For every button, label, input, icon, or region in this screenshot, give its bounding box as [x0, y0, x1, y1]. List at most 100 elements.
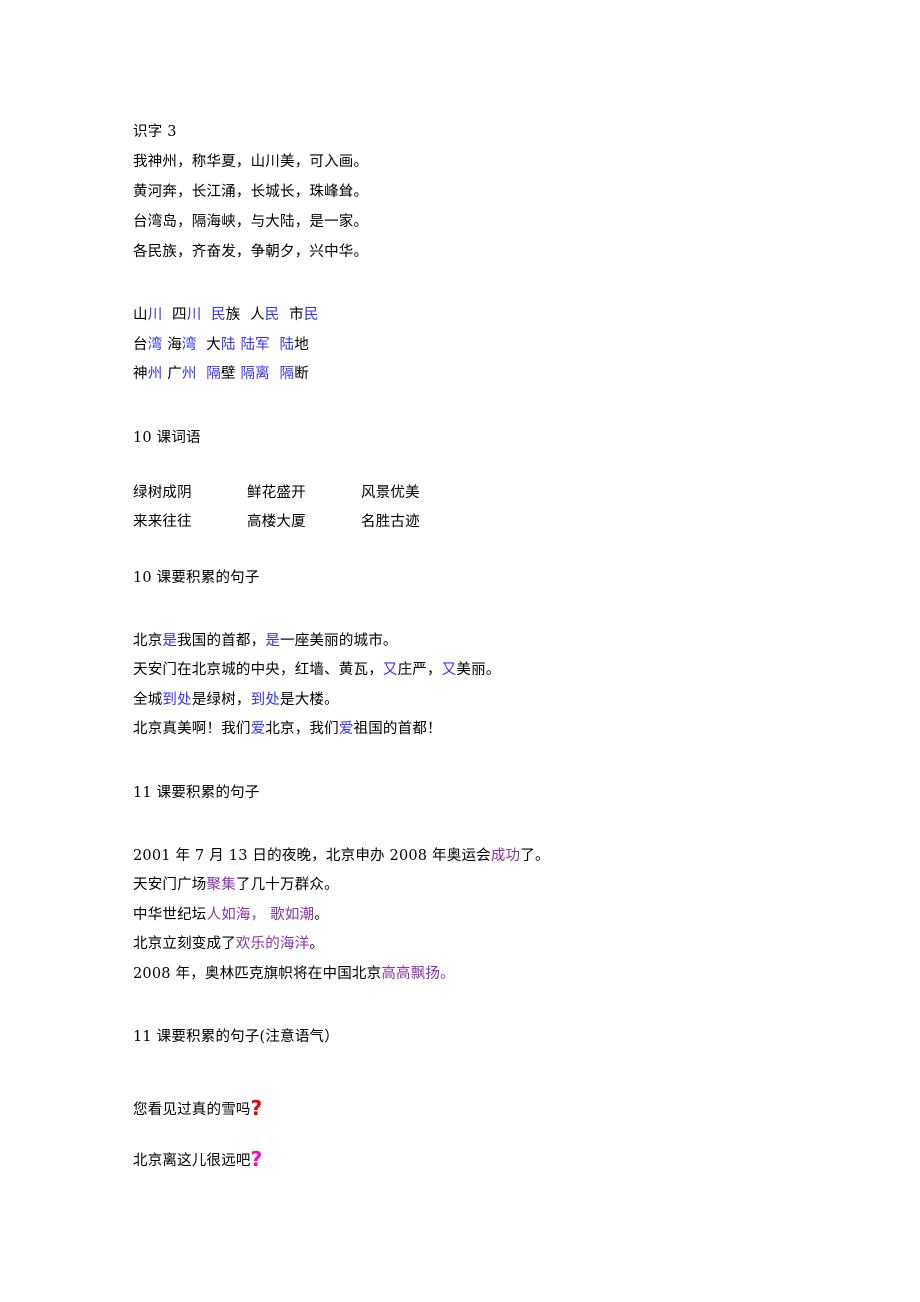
lesson10-sentence-block: 北京是我国的首都，是一座美丽的城市。 天安门在北京城的中央，红墙、黄瓦，又庄严，又… [133, 627, 793, 745]
word-item[interactable]: 市民 [289, 307, 318, 323]
word-item[interactable]: 民族 [211, 307, 240, 323]
word-item[interactable]: 隔离 [240, 366, 269, 382]
sentence-run: 欢乐的海洋 [235, 936, 310, 952]
sentence-run: 爱 [338, 721, 354, 737]
word-char: 川 [147, 307, 163, 323]
word-item[interactable]: 山川 [133, 307, 162, 323]
word-char: 海 [167, 336, 182, 353]
word-item[interactable]: 陆地 [280, 337, 309, 353]
lesson11-sentence: 天安门广场聚集了几十万群众。 [133, 871, 793, 901]
sentence-run: 是绿树， [191, 691, 251, 708]
phrase-item[interactable]: 绿树成阴 [133, 479, 247, 509]
tone-sentence-text: 您看见过真的雪吗 [133, 1102, 251, 1118]
sentence-run: 全城 [133, 691, 163, 708]
word-list-row: 台湾 海湾 大陆 陆军 陆地 [133, 331, 793, 361]
word-char: 陆 [279, 336, 295, 353]
sentence-run: 人如海， [206, 906, 266, 923]
lesson11-sentence: 2008 年，奥林匹克旗帜将在中国北京高高飘扬。 [133, 960, 793, 990]
section-heading-lesson11-tone: 11 课要积累的句子(注意语气） [133, 1029, 339, 1045]
word-char: 断 [294, 366, 309, 382]
tone-sentence: 北京离这儿很远吧? [133, 1145, 793, 1177]
word-char: 陆 [220, 336, 236, 353]
sentence-run: 我国的首都， [177, 632, 266, 649]
lesson11-sentence: 北京立刻变成了欢乐的海洋。 [133, 930, 793, 960]
sentence-run: 是 [265, 632, 281, 649]
lesson10-sentence: 北京真美啊！我们爱北京，我们爱祖国的首都！ [133, 715, 793, 745]
document-content: 识字 3 我神州，称华夏，山川美，可入画。 黄河奔，长江涌，长城长，珠峰耸。 台… [133, 118, 793, 1176]
sentence-run: 北京真美啊！我们 [133, 721, 251, 737]
tone-sentence-block: 您看见过真的雪吗? 北京离这儿很远吧? [133, 1094, 793, 1176]
poem-line: 黄河奔，长江涌，长城长，珠峰耸。 [133, 184, 369, 200]
word-char: 民 [211, 307, 226, 323]
word-char: 广 [167, 366, 182, 382]
word-item[interactable]: 陆军 [240, 337, 269, 353]
sentence-run: 庄严， [397, 662, 442, 678]
sentence-run: 天安门在北京城的中央，红墙、黄瓦， [133, 662, 383, 678]
lesson10-sentence: 北京是我国的首都，是一座美丽的城市。 [133, 627, 793, 657]
word-char: 州 [181, 366, 197, 382]
poem-block: 我神州，称华夏，山川美，可入画。 黄河奔，长江涌，长城长，珠峰耸。 台湾岛，隔海… [133, 147, 793, 267]
word-gap [197, 337, 207, 353]
question-mark: ? [250, 1146, 263, 1171]
sentence-run: 是大楼。 [280, 691, 339, 708]
word-item[interactable]: 台湾 [133, 337, 162, 353]
word-char: 市 [289, 307, 304, 323]
word-item[interactable]: 四川 [172, 307, 201, 323]
word-char: 族 [225, 307, 241, 323]
sentence-run: 。 [440, 965, 455, 982]
sentence-run: 成功 [490, 847, 521, 864]
word-char: 四 [172, 307, 187, 323]
sentence-run: 聚集 [206, 877, 236, 893]
word-item[interactable]: 神州 [133, 366, 162, 382]
word-item[interactable]: 海湾 [167, 337, 196, 353]
phrase-item[interactable]: 名胜古迹 [361, 508, 420, 538]
word-gap [197, 366, 207, 382]
sentence-run: 到处 [162, 691, 192, 708]
sentence-run: 又 [441, 662, 457, 678]
word-item[interactable]: 大陆 [206, 337, 235, 353]
phrase-item[interactable]: 鲜花盛开 [247, 479, 361, 509]
document-page: 识字 3 我神州，称华夏，山川美，可入画。 黄河奔，长江涌，长城长，珠峰耸。 台… [0, 0, 920, 1302]
sentence-run: 到处 [250, 691, 281, 708]
phrase-grid: 绿树成阴 鲜花盛开 风景优美 来来往往 高楼大厦 名胜古迹 [133, 479, 793, 538]
sentence-run: 中华世纪坛 [133, 906, 207, 923]
word-char: 人 [250, 307, 265, 323]
section-heading-shizi3: 识字 3 [133, 124, 177, 140]
section-heading-lesson10-words: 10 课词语 [133, 429, 201, 446]
phrase-item[interactable]: 风景优美 [361, 479, 420, 509]
phrase-item[interactable]: 高楼大厦 [247, 508, 361, 538]
lesson11-sentence-block: 2001 年 7 月 13 日的夜晚，北京申办 2008 年奥运会成功了。天安门… [133, 842, 793, 990]
word-char: 州 [147, 366, 163, 382]
phrase-item[interactable]: 来来往往 [133, 508, 247, 538]
sentence-run: 北京立刻变成了 [133, 936, 236, 952]
sentence-run: 又 [382, 662, 398, 678]
word-item[interactable]: 人民 [250, 307, 279, 323]
sentence-run: 2008 年，奥林匹克旗帜将在中国北京 [133, 965, 382, 982]
sentence-run: 高高飘扬 [381, 965, 441, 982]
sentence-run: 2001 年 7 月 13 日的夜晚，北京申办 2008 年奥运会 [133, 847, 491, 864]
word-char: 地 [294, 336, 309, 353]
phrase-row: 来来往往 高楼大厦 名胜古迹 [133, 508, 793, 538]
word-gap [162, 307, 172, 323]
lesson11-sentence: 中华世纪坛人如海， 歌如潮。 [133, 901, 793, 931]
word-item[interactable]: 广州 [167, 366, 196, 382]
sentence-run: 歌如潮 [270, 906, 315, 923]
word-gap [270, 366, 280, 382]
word-char: 湾 [181, 336, 197, 353]
sentence-run: 一座美丽的城市。 [280, 632, 398, 649]
word-char: 民 [264, 307, 280, 323]
word-item[interactable]: 隔断 [280, 366, 309, 382]
sentence-run: 了。 [520, 847, 550, 864]
lesson10-sentence: 全城到处是绿树，到处是大楼。 [133, 686, 793, 716]
word-list-row: 山川 四川 民族 人民 市民 [133, 301, 793, 331]
tone-sentence-text: 北京离这儿很远吧 [133, 1152, 251, 1169]
sentence-run: 。 [309, 936, 325, 952]
tone-sentence: 您看见过真的雪吗? [133, 1094, 793, 1126]
word-item[interactable]: 隔壁 [206, 366, 235, 382]
